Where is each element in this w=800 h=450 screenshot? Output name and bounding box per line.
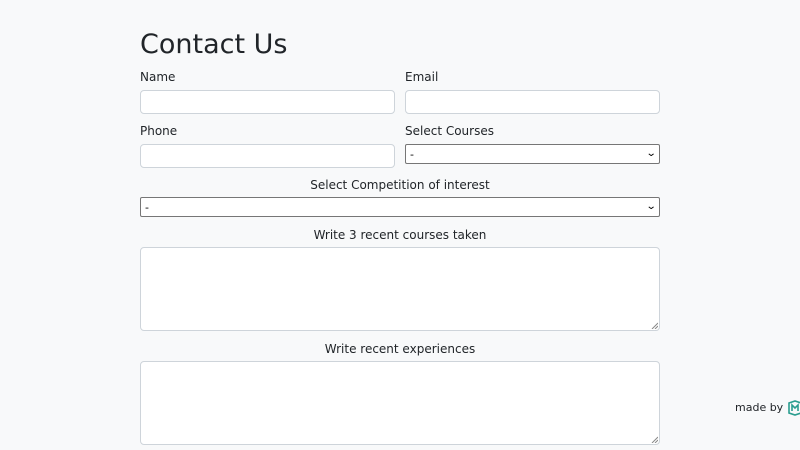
courses-label: Select Courses [405,124,494,138]
name-label: Name [140,70,176,84]
competition-select-value: - [145,200,149,214]
made-by-text: made by [735,401,784,414]
phone-field[interactable] [140,144,395,168]
chevron-down-icon: ⌄ [645,148,657,159]
resize-handle-icon[interactable] [651,436,658,443]
competition-select[interactable]: - ⌄ [140,197,660,217]
email-label: Email [405,70,439,84]
courses-select-value: - [410,147,414,161]
courses-select[interactable]: - ⌄ [405,144,660,164]
page-title: Contact Us [140,29,288,60]
made-by-badge[interactable]: made by [735,400,800,416]
chevron-down-icon: ⌄ [645,201,657,212]
recent-courses-label: Write 3 recent courses taken [313,228,487,242]
recent-courses-textarea[interactable] [140,247,660,331]
email-field[interactable] [405,90,660,114]
phone-label: Phone [140,124,178,138]
m-logo-icon [788,400,800,416]
experiences-textarea[interactable] [140,361,660,445]
competition-label: Select Competition of interest [310,178,490,192]
name-field[interactable] [140,90,395,114]
experiences-label: Write recent experiences [324,342,476,356]
resize-handle-icon[interactable] [651,322,658,329]
